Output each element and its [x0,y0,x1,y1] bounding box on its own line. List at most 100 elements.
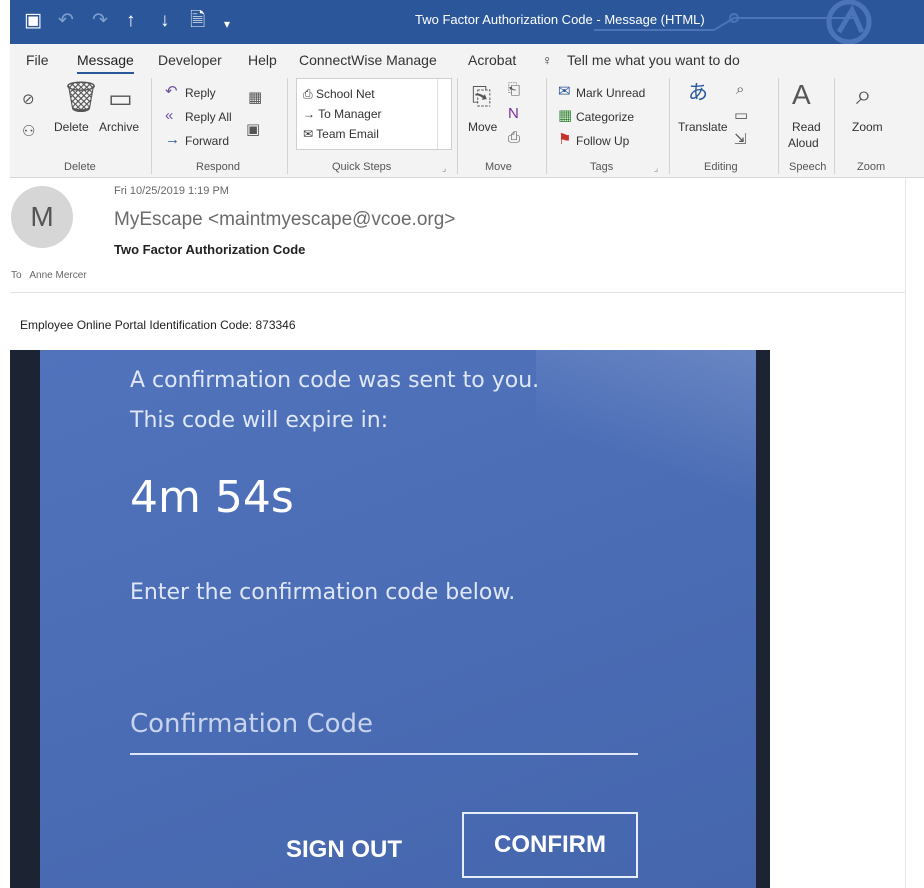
ribbon-separator [151,78,152,174]
quick-steps-scrollbar[interactable] [437,79,451,149]
flag-icon: ⚑ [558,131,572,148]
read-aloud-button[interactable]: Read [792,120,821,134]
recipient-name[interactable]: Anne Mercer [29,270,86,281]
group-label-delete: Delete [64,161,96,173]
archive-button[interactable]: Archive [99,120,139,134]
quick-step-to-manager[interactable]: → To Manager [303,107,382,121]
undo-icon[interactable]: ↶ [58,10,74,32]
categorize-icon: ▦ [558,107,573,124]
title-bar: ▣ ↶ ↷ ↑ ↓ 🗎 ▾ Two Factor Authorization C… [10,0,924,44]
reply-all-button[interactable]: Reply All [185,110,232,124]
zoom-button[interactable]: Zoom [852,120,883,134]
quick-step-label: To Manager [318,107,382,121]
message-scrollbar[interactable] [905,178,921,888]
group-label-speech: Speech [789,161,827,173]
group-label-quick-steps: Quick Steps [332,161,392,173]
next-item-icon[interactable]: ↓ [160,10,170,32]
reply-button[interactable]: Reply [185,86,216,100]
trash-icon[interactable]: 🗑 [62,82,100,114]
rules-icon[interactable]: ⎗ [508,82,520,98]
save-icon[interactable]: ▣ [24,10,42,32]
sign-out-button[interactable]: SIGN OUT [270,825,418,875]
forward-icon: → [165,131,180,148]
move-folder-icon[interactable]: ⎘ [472,84,491,110]
quick-step-team-email[interactable]: ✉ Team Email [303,127,379,141]
follow-up-button[interactable]: Follow Up [576,134,629,148]
forward-button[interactable]: Forward [185,134,229,148]
translate-button[interactable]: Translate [678,120,728,134]
ribbon-separator [287,78,288,174]
translate-icon[interactable]: あ [688,82,708,104]
reply-all-icon: « [165,107,174,124]
group-label-respond: Respond [196,161,241,173]
outlook-message-window: ▣ ↶ ↷ ↑ ↓ 🗎 ▾ Two Factor Authorization C… [0,0,924,888]
message-subject: Two Factor Authorization Code [114,242,306,257]
quick-step-label: Team Email [316,127,379,141]
quick-step-label: School Net [315,87,375,101]
ribbon-separator [457,78,458,174]
archive-icon[interactable]: ▭ [108,84,133,112]
quick-steps-launcher-icon[interactable]: ⌟ [442,163,446,174]
onenote-icon[interactable]: N [508,106,519,122]
categorize-button[interactable]: Categorize [576,110,634,124]
mark-unread-icon: ✉ [558,83,571,100]
quick-step-school-net[interactable]: ⎙ School Net [303,87,375,102]
document-icon[interactable]: 🗎 [190,10,205,32]
group-label-move: Move [485,161,512,173]
junk-icon[interactable]: ⚇ [22,124,35,140]
tell-me-search[interactable]: Tell me what you want to do [567,52,740,68]
meeting-icon[interactable]: ▦ [248,90,262,106]
find-icon[interactable]: ⌕ [736,82,744,98]
quick-steps-gallery: ⎙ School Net → To Manager ✉ Team Email [296,78,452,150]
message-body-text: Employee Online Portal Identification Co… [20,318,296,332]
message-recipients: To Anne Mercer [11,270,87,281]
previous-item-icon[interactable]: ↑ [126,10,136,32]
ribbon-tab-bar: File Message Developer Help ConnectWise … [10,44,924,75]
redo-icon[interactable]: ↷ [92,10,108,32]
zoom-icon[interactable]: ⌕ [856,80,872,110]
group-label-editing: Editing [704,161,738,173]
ignore-icon[interactable]: ⊘ [22,92,35,108]
countdown-timer: 4m 54s [130,472,294,523]
confirmation-sent-text: A confirmation code was sent to you. [130,368,540,393]
header-divider [10,292,908,293]
ribbon-separator [546,78,547,174]
related-icon[interactable]: ▭ [734,108,748,124]
title-decoration-graphic [594,0,872,44]
tab-developer[interactable]: Developer [158,52,222,68]
message-sender[interactable]: MyEscape <maintmyescape@vcoe.org> [114,209,455,231]
reply-icon: ↶ [165,83,178,100]
tab-connectwise-manage[interactable]: ConnectWise Manage [299,52,437,68]
confirmation-code-input[interactable] [130,695,638,755]
to-label: To [11,270,22,281]
tab-acrobat[interactable]: Acrobat [468,52,516,68]
confirmation-panel: A confirmation code was sent to you. Thi… [40,350,756,888]
ribbon-separator [669,78,670,174]
lightbulb-icon: ♀ [542,52,553,68]
ribbon: ⊘ ⚇ 🗑 Delete ▭ Archive Delete ↶ Reply « … [10,74,924,178]
select-icon[interactable]: ⇲ [734,132,747,148]
customize-toolbar-icon[interactable]: ▾ [224,13,230,35]
panel-highlight [536,350,756,530]
expiry-text: This code will expire in: [130,408,389,433]
more-respond-icon[interactable]: ▣ [246,122,260,138]
embedded-confirmation-image: A confirmation code was sent to you. Thi… [10,350,770,888]
group-label-zoom: Zoom [857,161,886,173]
confirm-button[interactable]: CONFIRM [462,812,638,878]
tab-help[interactable]: Help [248,52,277,68]
delete-button[interactable]: Delete [54,120,89,134]
read-aloud-label-2: Aloud [788,136,819,150]
move-button[interactable]: Move [468,120,497,134]
message-date: Fri 10/25/2019 1:19 PM [114,185,229,197]
instruction-text: Enter the confirmation code below. [130,580,516,605]
read-aloud-icon[interactable]: A [792,80,811,110]
ribbon-separator [834,78,835,174]
avatar: M [11,186,73,248]
tags-launcher-icon[interactable]: ⌟ [654,163,658,174]
ribbon-separator [778,78,779,174]
tab-message[interactable]: Message [77,52,134,75]
actions-icon[interactable]: ⎙ [508,130,520,146]
tab-file[interactable]: File [26,52,49,68]
group-label-tags: Tags [590,161,614,173]
mark-unread-button[interactable]: Mark Unread [576,86,645,100]
